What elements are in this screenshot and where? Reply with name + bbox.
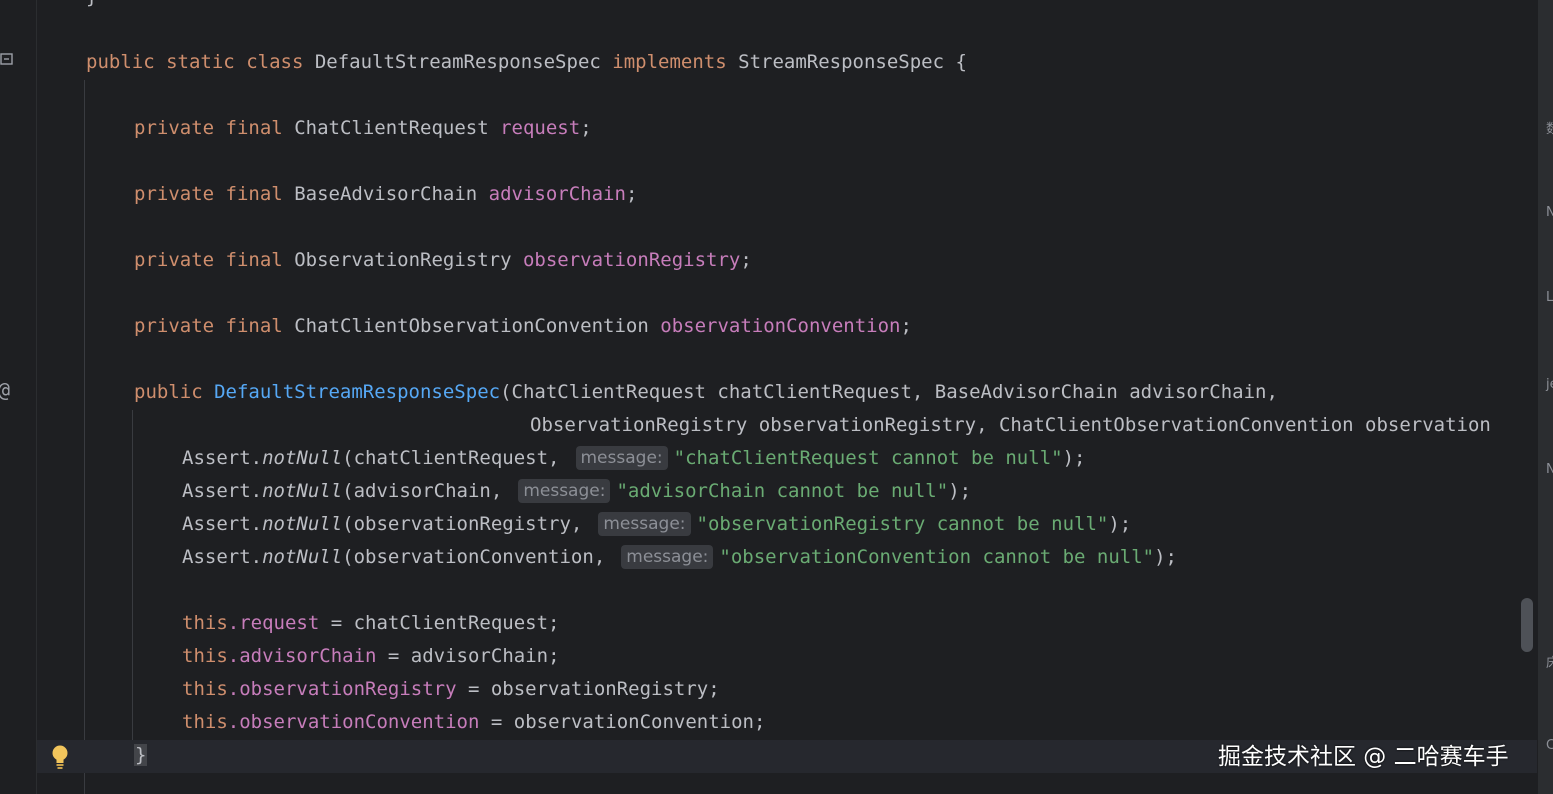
code-line-assert-request: Assert.notNull(chatClientRequest, message… [182,446,1086,470]
side-tool-label[interactable]: L [1546,290,1553,305]
lightbulb-icon[interactable] [50,744,70,770]
code-line-close-brace: } [134,739,148,772]
matched-brace: } [134,744,148,766]
code-line-class-declaration: public static class DefaultStreamRespons… [86,51,967,73]
vertical-scrollbar-thumb[interactable] [1521,598,1533,652]
fold-collapse-icon[interactable] [0,51,14,71]
side-tool-label[interactable]: 床 [1546,652,1553,671]
side-tool-label[interactable]: C [1546,738,1553,753]
code-line-assert-observation-convention: Assert.notNull(observationConvention, mes… [182,545,1177,569]
indent-guide [84,80,85,794]
inlay-hint-message: message: [621,545,714,569]
indent-guide [132,410,133,740]
code-line-assign-observation-registry: this.observationRegistry = observationRe… [182,678,720,700]
watermark: 掘金技术社区 @ 二哈赛车手 [1218,744,1509,770]
side-tool-label[interactable]: N [1546,462,1553,477]
inlay-hint-message: message: [518,479,611,503]
code-line-prev-brace: } [86,0,97,14]
code-line-assign-request: this.request = chatClientRequest; [182,612,560,634]
code-line-constructor-signature: public DefaultStreamResponseSpec(ChatCli… [134,381,1278,403]
side-tool-label[interactable]: je [1546,377,1553,392]
code-line-assign-advisor-chain: this.advisorChain = advisorChain; [182,645,560,667]
inlay-hint-message: message: [575,446,668,470]
inlay-hint-message: message: [598,512,691,536]
code-line-field-request: private final ChatClientRequest request; [134,117,592,139]
at-sign-icon[interactable]: @ [0,378,10,402]
code-line-field-advisor-chain: private final BaseAdvisorChain advisorCh… [134,183,638,205]
code-line-assert-observation-registry: Assert.notNull(observationRegistry, messa… [182,512,1132,536]
editor-gutter: @ [0,0,37,794]
code-line-field-observation-registry: private final ObservationRegistry observ… [134,249,752,271]
code-line-constructor-params: ObservationRegistry observationRegistry,… [530,414,1491,436]
side-tool-label[interactable]: N [1546,205,1553,220]
code-line-assert-advisor-chain: Assert.notNull(advisorChain, message: "adv… [182,479,972,503]
code-line-field-observation-convention: private final ChatClientObservationConve… [134,315,912,337]
side-tool-label[interactable]: 数 [1546,118,1553,137]
code-line-assign-observation-convention: this.observationConvention = observation… [182,711,766,733]
